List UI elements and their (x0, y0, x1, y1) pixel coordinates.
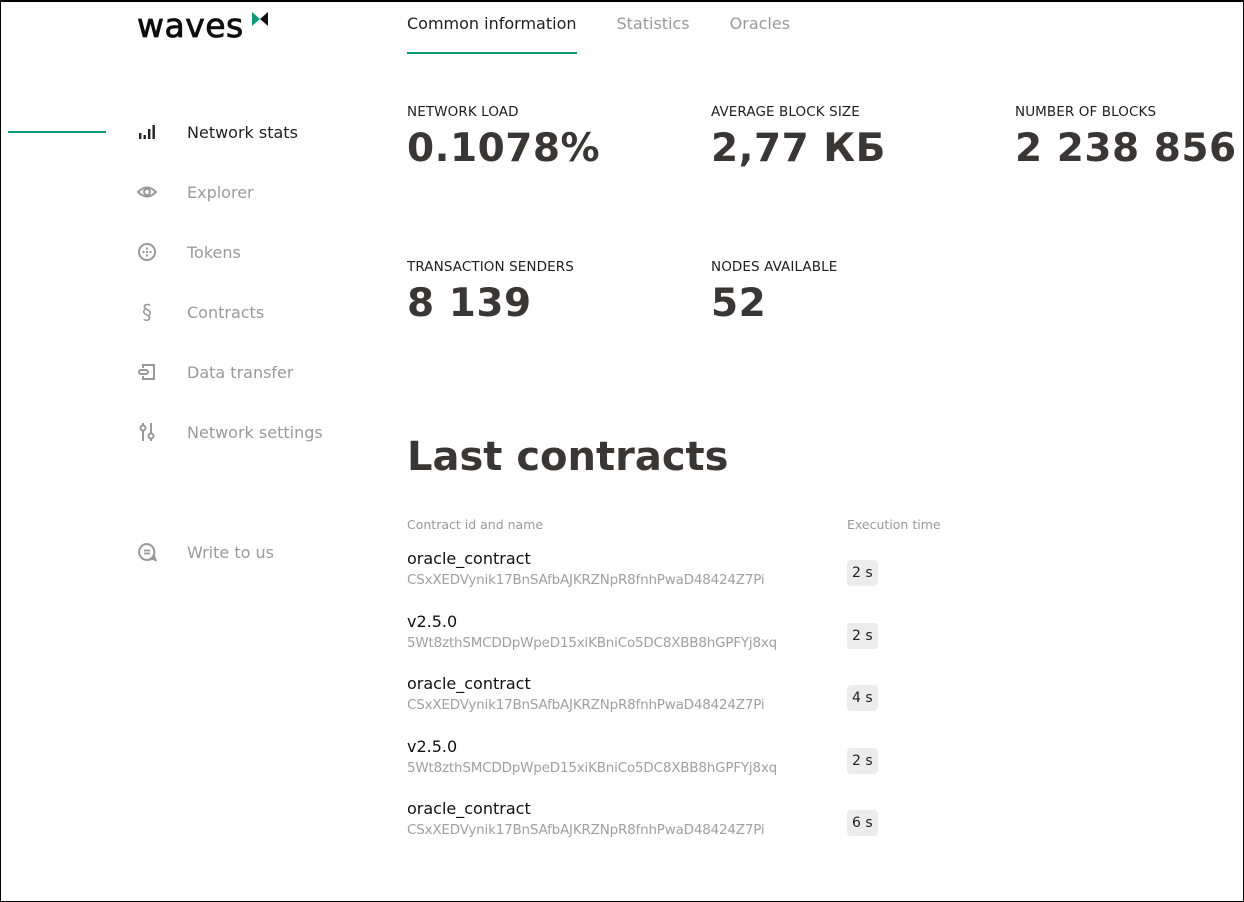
chat-icon (137, 542, 157, 562)
active-nav-indicator (8, 131, 106, 133)
sliders-icon (137, 422, 157, 442)
bar-chart-icon (137, 122, 157, 142)
stat-average-block-size: AVERAGE BLOCK SIZE 2,77 КБ (711, 104, 886, 171)
execution-time-badge: 2 s (847, 623, 878, 649)
contract-name: oracle_contract (407, 674, 531, 693)
stat-value: 8 139 (407, 281, 532, 326)
sidebar-item-label: Contracts (187, 302, 265, 322)
stat-label: TRANSACTION SENDERS (407, 259, 574, 275)
stat-label: NETWORK LOAD (407, 104, 519, 120)
tab-oracles[interactable]: Oracles (730, 2, 790, 54)
contract-id: 5Wt8zthSMCDDpWpeD15xiKBniCo5DC8XBB8hGPFY… (407, 760, 778, 776)
sidebar-item-contracts[interactable]: § Contracts (137, 292, 367, 332)
sidebar-item-network-settings[interactable]: Network settings (137, 412, 367, 452)
section-title: Last contracts (407, 434, 729, 480)
execution-time-badge: 4 s (847, 685, 878, 711)
contract-id: CSxXEDVynik17BnSAfbAJKRZNpR8fnhPwaD48424… (407, 822, 765, 838)
sidebar-item-label: Data transfer (187, 362, 294, 382)
sidebar-item-label: Network settings (187, 422, 323, 442)
stat-value: 52 (711, 281, 767, 326)
waves-logo[interactable]: waves (137, 6, 268, 46)
sidebar-item-label: Write to us (187, 542, 274, 562)
tab-statistics[interactable]: Statistics (617, 2, 690, 54)
contract-name: oracle_contract (407, 549, 531, 568)
stat-label: NODES AVAILABLE (711, 259, 838, 275)
contract-id: 5Wt8zthSMCDDpWpeD15xiKBniCo5DC8XBB8hGPFY… (407, 635, 778, 651)
logo-text: waves (137, 6, 244, 46)
contract-row[interactable]: v2.5.0 5Wt8zthSMCDDpWpeD15xiKBniCo5DC8XB… (407, 736, 907, 786)
execution-time-badge: 2 s (847, 560, 878, 586)
contract-row[interactable]: oracle_contract CSxXEDVynik17BnSAfbAJKRZ… (407, 798, 907, 848)
sidebar-item-network-stats[interactable]: Network stats (137, 112, 367, 152)
stat-label: AVERAGE BLOCK SIZE (711, 104, 860, 120)
stat-transaction-senders: TRANSACTION SENDERS 8 139 (407, 259, 574, 326)
execution-time-badge: 2 s (847, 748, 878, 774)
logo-mark-icon (251, 12, 268, 26)
contract-row[interactable]: oracle_contract CSxXEDVynik17BnSAfbAJKRZ… (407, 673, 907, 723)
contract-row[interactable]: v2.5.0 5Wt8zthSMCDDpWpeD15xiKBniCo5DC8XB… (407, 611, 907, 661)
window-frame: waves Common information Statistics Orac… (0, 0, 1244, 902)
sidebar-item-tokens[interactable]: Tokens (137, 232, 367, 272)
sidebar-item-label: Explorer (187, 182, 254, 202)
contract-name: v2.5.0 (407, 737, 458, 756)
contract-name: oracle_contract (407, 799, 531, 818)
contract-name: v2.5.0 (407, 612, 458, 631)
top-tabs: Common information Statistics Oracles (407, 2, 830, 54)
stat-label: NUMBER OF BLOCKS (1015, 104, 1157, 120)
execution-time-badge: 6 s (847, 810, 878, 836)
tab-common-information[interactable]: Common information (407, 2, 577, 54)
section-sign-icon: § (137, 301, 157, 323)
column-header-contract: Contract id and name (407, 517, 544, 532)
column-header-execution-time: Execution time (847, 517, 941, 532)
stat-nodes-available: NODES AVAILABLE 52 (711, 259, 837, 326)
contract-row[interactable]: oracle_contract CSxXEDVynik17BnSAfbAJKRZ… (407, 548, 907, 598)
svg-text:§: § (142, 301, 152, 323)
sidebar-item-write-to-us[interactable]: Write to us (137, 532, 367, 572)
stat-value: 0.1078% (407, 126, 601, 171)
eye-icon (137, 182, 157, 202)
contract-id: CSxXEDVynik17BnSAfbAJKRZNpR8fnhPwaD48424… (407, 572, 765, 588)
sidebar-item-explorer[interactable]: Explorer (137, 172, 367, 212)
sidebar-item-label: Network stats (187, 122, 298, 142)
sidebar-item-data-transfer[interactable]: Data transfer (137, 352, 367, 392)
stat-value: 2 238 856 (1015, 126, 1237, 171)
contract-id: CSxXEDVynik17BnSAfbAJKRZNpR8fnhPwaD48424… (407, 697, 765, 713)
stat-network-load: NETWORK LOAD 0.1078% (407, 104, 600, 171)
data-transfer-icon (137, 362, 157, 382)
sidebar-item-label: Tokens (187, 242, 241, 262)
tokens-icon (137, 242, 157, 262)
stat-number-of-blocks: NUMBER OF BLOCKS 2 238 856 (1015, 104, 1237, 171)
stat-value: 2,77 КБ (711, 126, 886, 171)
